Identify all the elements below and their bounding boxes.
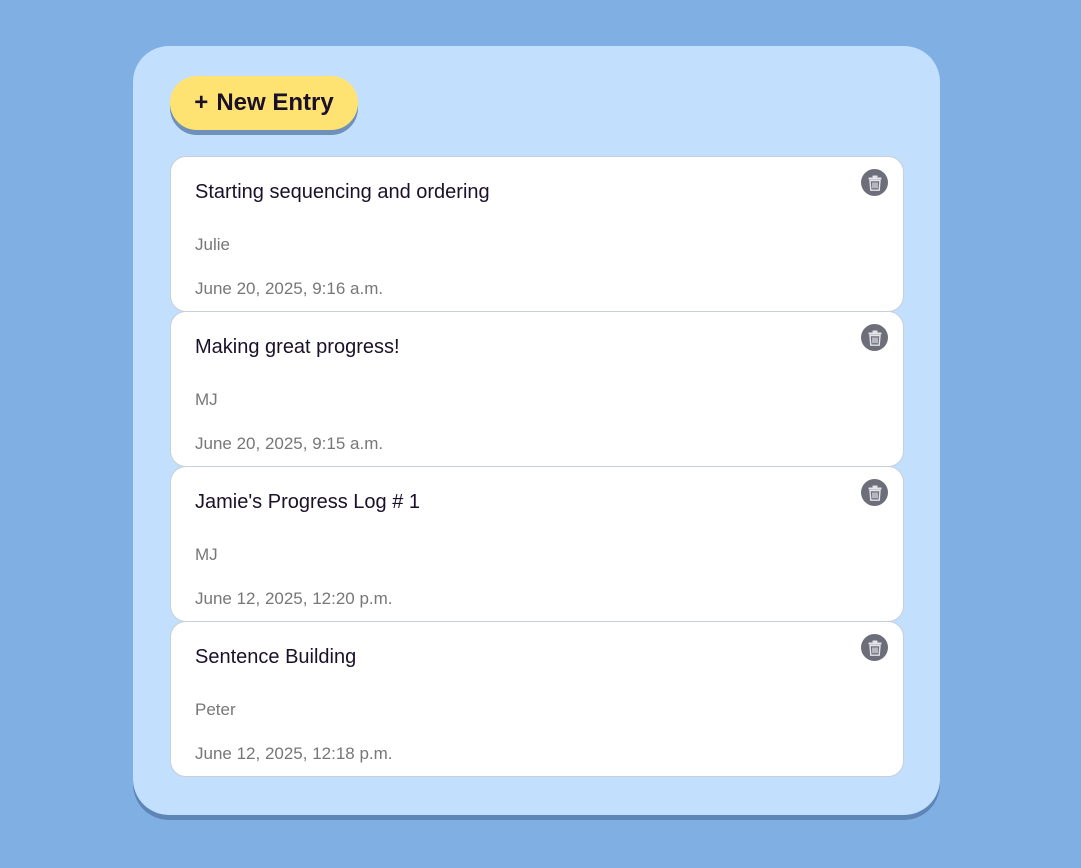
entries-list: Starting sequencing and ordering Julie J… bbox=[170, 156, 904, 777]
entry-title: Sentence Building bbox=[195, 646, 357, 668]
delete-entry-button[interactable] bbox=[861, 479, 888, 506]
new-entry-button[interactable]: + New Entry bbox=[170, 76, 358, 130]
entry-author: Julie bbox=[195, 235, 230, 254]
delete-entry-button[interactable] bbox=[861, 324, 888, 351]
trash-icon bbox=[868, 175, 881, 191]
trash-icon bbox=[868, 485, 881, 501]
trash-icon bbox=[868, 330, 881, 346]
delete-entry-button[interactable] bbox=[861, 169, 888, 196]
entry-card[interactable]: Jamie's Progress Log # 1 MJ June 12, 202… bbox=[170, 466, 904, 622]
entries-panel: + New Entry Starting sequencing and orde… bbox=[133, 46, 940, 815]
entry-date: June 20, 2025, 9:15 a.m. bbox=[195, 434, 384, 453]
trash-icon bbox=[868, 640, 881, 656]
plus-icon: + bbox=[194, 89, 209, 116]
entry-card[interactable]: Starting sequencing and ordering Julie J… bbox=[170, 156, 904, 312]
entry-author: MJ bbox=[195, 390, 218, 409]
entry-date: June 12, 2025, 12:18 p.m. bbox=[195, 744, 393, 763]
entry-date: June 20, 2025, 9:16 a.m. bbox=[195, 279, 384, 298]
entry-date: June 12, 2025, 12:20 p.m. bbox=[195, 589, 393, 608]
entry-author: Peter bbox=[195, 700, 236, 719]
entry-title: Jamie's Progress Log # 1 bbox=[195, 491, 421, 513]
entry-card[interactable]: Sentence Building Peter June 12, 2025, 1… bbox=[170, 621, 904, 777]
entry-card[interactable]: Making great progress! MJ June 20, 2025,… bbox=[170, 311, 904, 467]
entry-title: Starting sequencing and ordering bbox=[195, 181, 490, 203]
entry-title: Making great progress! bbox=[195, 336, 400, 358]
entry-author: MJ bbox=[195, 545, 218, 564]
delete-entry-button[interactable] bbox=[861, 634, 888, 661]
new-entry-label: New Entry bbox=[216, 89, 334, 116]
